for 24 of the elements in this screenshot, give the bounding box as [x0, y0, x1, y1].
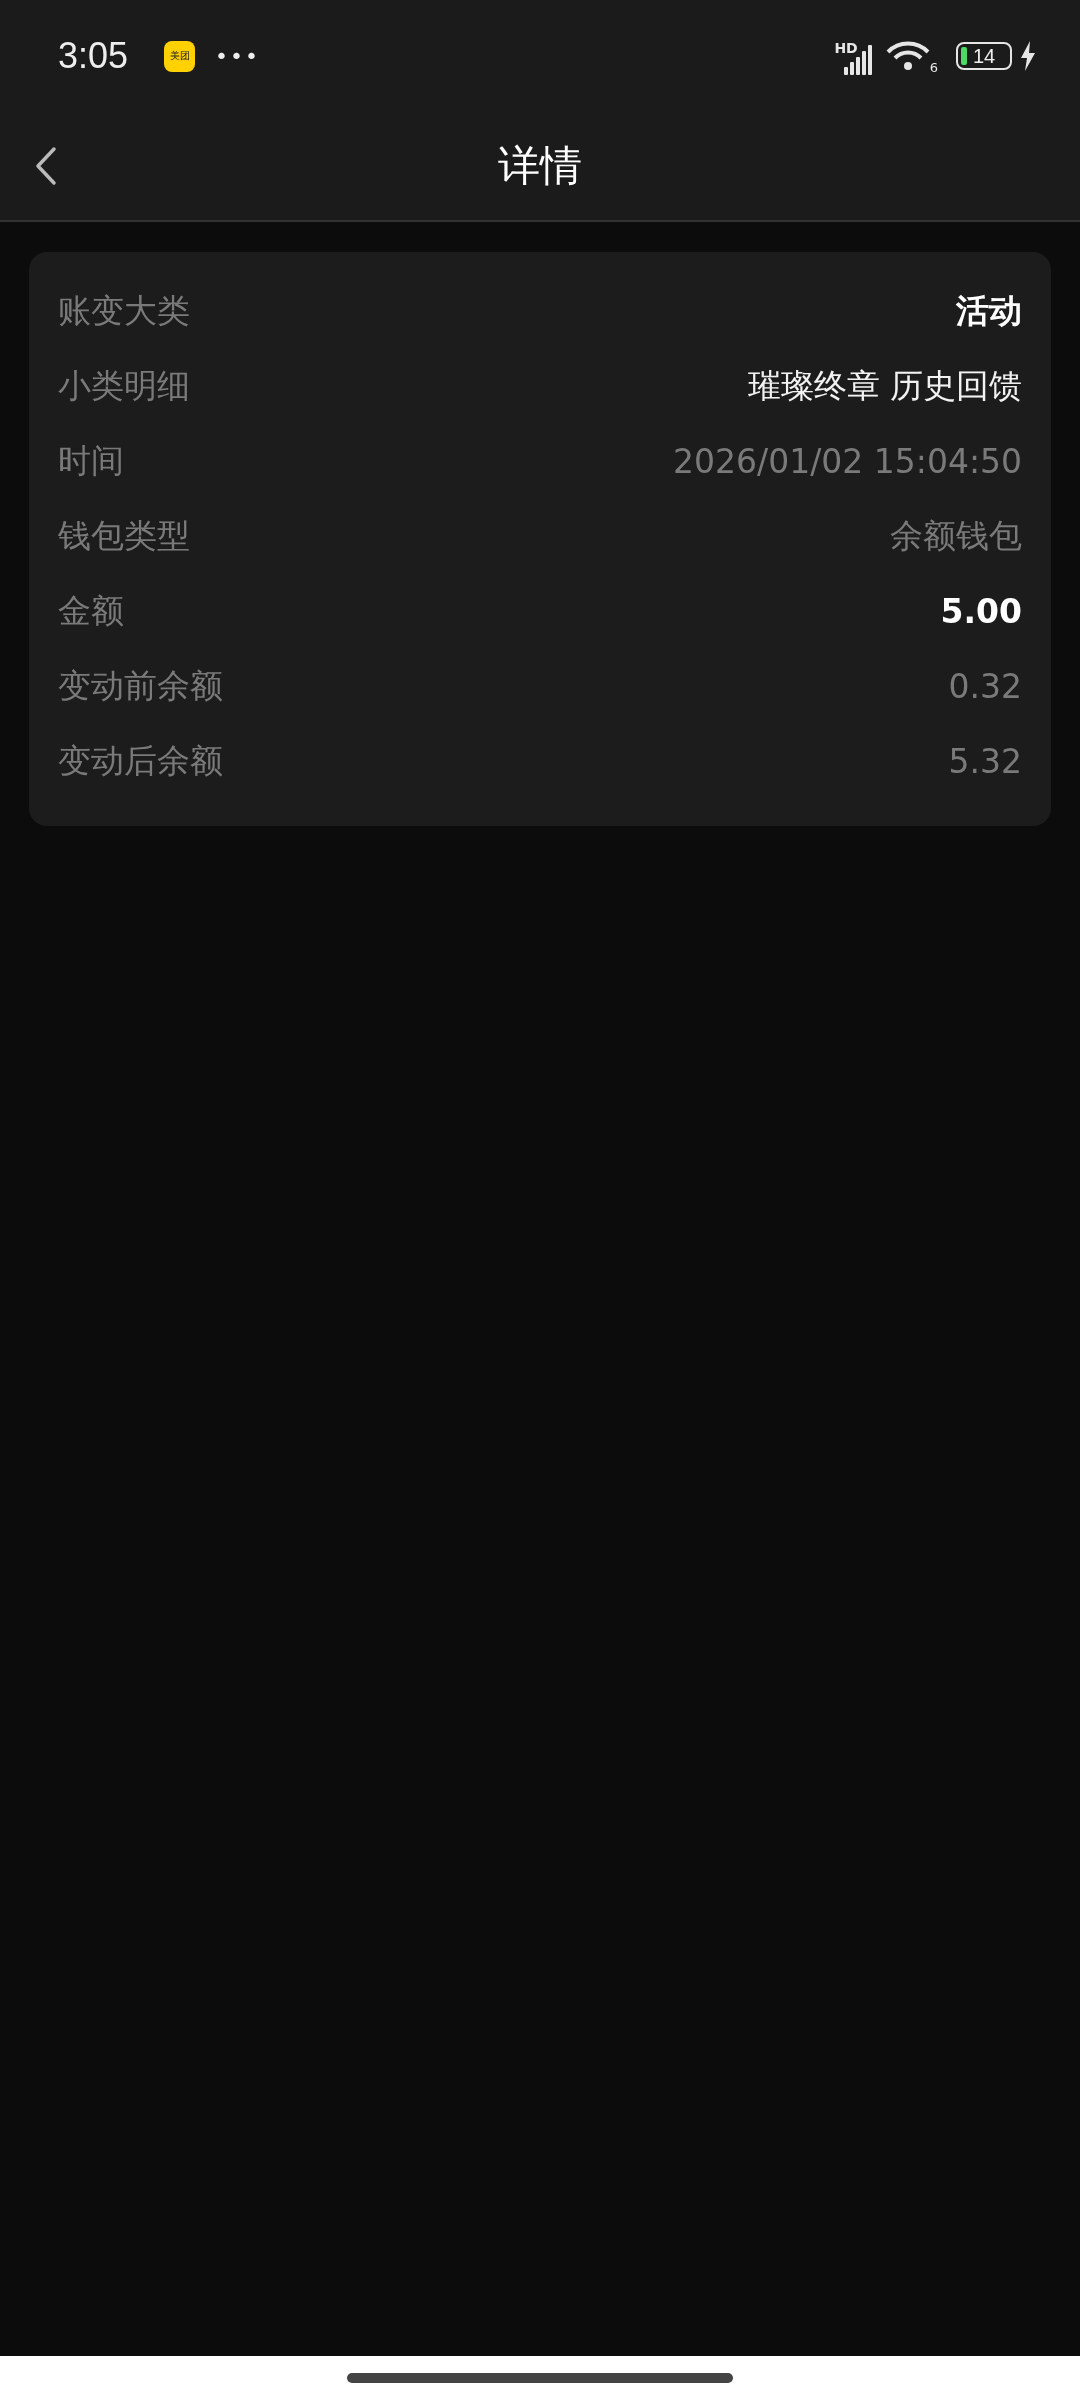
- status-time: 3:05: [58, 35, 129, 77]
- field-value: 2026/01/02 15:04:50: [673, 442, 1022, 481]
- field-value: 5.32: [948, 742, 1022, 781]
- page-title: 详情: [498, 140, 582, 192]
- wifi-generation: 6: [929, 59, 938, 75]
- field-value: 活动: [956, 290, 1022, 332]
- field-label: 变动前余额: [58, 665, 223, 707]
- field-value: 璀璨终章 历史回馈: [747, 365, 1022, 407]
- field-label: 账变大类: [58, 290, 190, 332]
- wifi-icon: [885, 40, 930, 72]
- battery-icon: 14: [956, 42, 1012, 70]
- network-type: HD: [834, 40, 858, 56]
- back-icon[interactable]: [34, 146, 58, 186]
- field-label: 小类明细: [58, 365, 190, 407]
- charging-icon: [1020, 41, 1036, 71]
- field-label: 变动后余额: [58, 740, 223, 782]
- more-notifications: •••: [215, 43, 260, 69]
- app-notification-icon: 美团: [164, 40, 196, 72]
- field-value: 5.00: [940, 592, 1022, 631]
- field-value: 0.32: [948, 667, 1022, 706]
- field-value: 余额钱包: [890, 515, 1022, 557]
- field-label: 时间: [58, 440, 124, 482]
- field-label: 钱包类型: [58, 515, 190, 557]
- field-label: 金额: [58, 590, 124, 632]
